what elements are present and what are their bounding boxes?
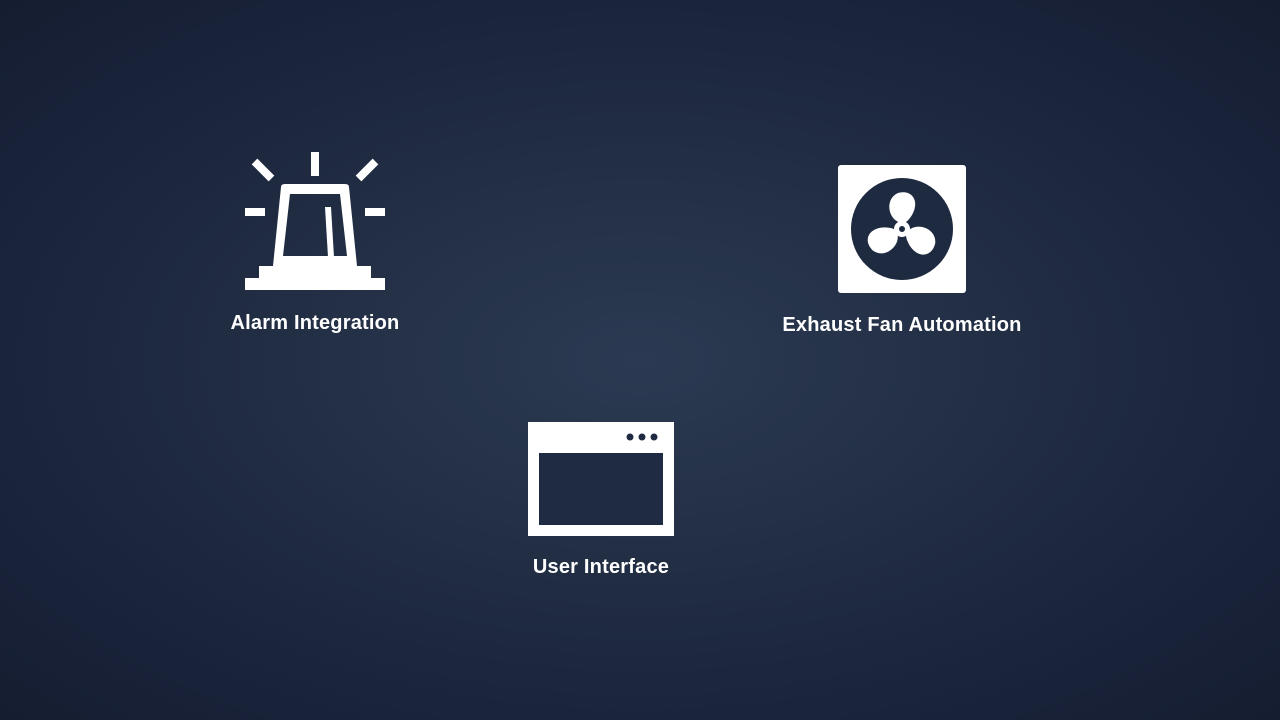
alarm-integration-label: Alarm Integration: [230, 312, 400, 334]
user-interface-label: User Interface: [532, 556, 670, 578]
feature-exhaust-fan-automation[interactable]: Exhaust Fan Automation: [760, 164, 1044, 337]
feature-alarm-integration[interactable]: Alarm Integration: [195, 150, 435, 335]
exhaust-fan-icon: [838, 165, 966, 293]
exhaust-fan-automation-label: Exhaust Fan Automation: [782, 314, 1022, 336]
browser-window-icon: [528, 422, 674, 536]
feature-user-interface[interactable]: User Interface: [500, 422, 702, 579]
siren-icon: [245, 152, 385, 290]
